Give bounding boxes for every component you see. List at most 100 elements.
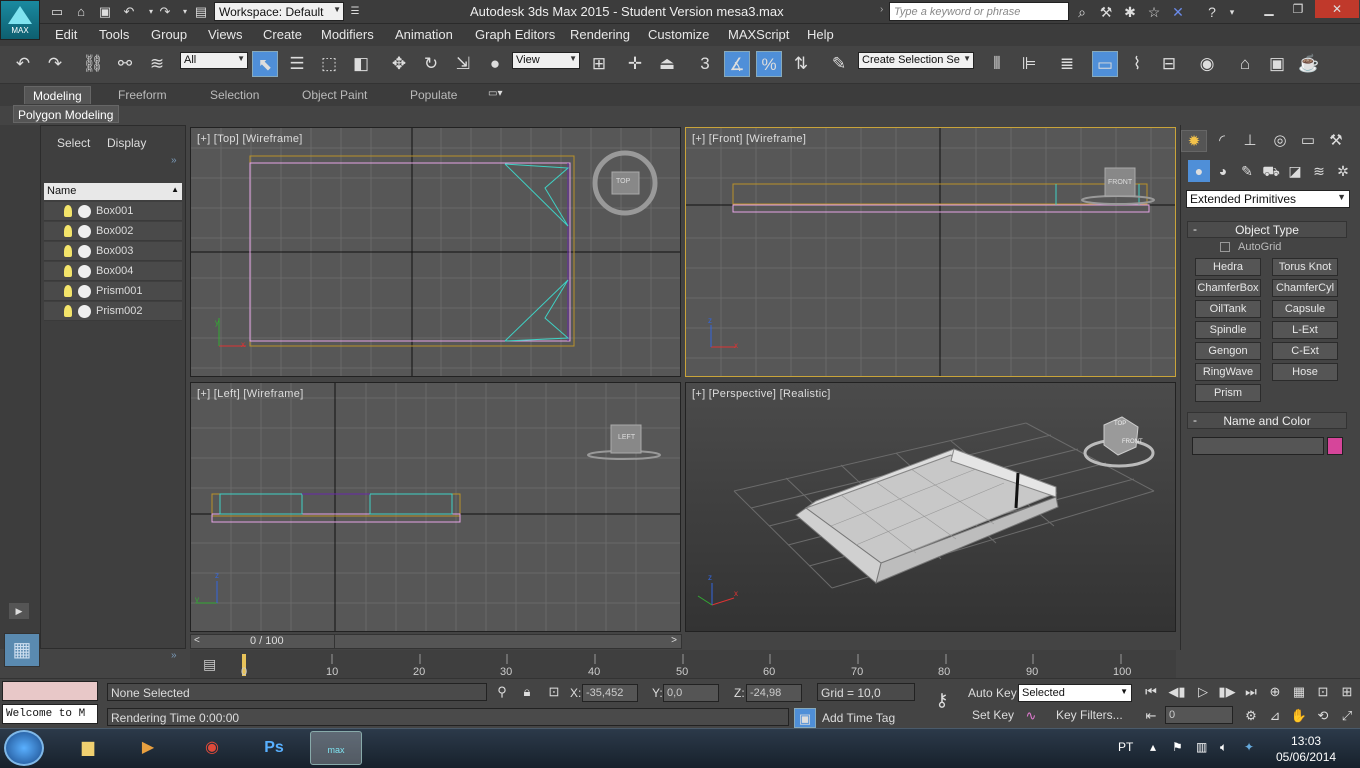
selection-filter-dropdown[interactable]: All ▼ [180,52,248,69]
rendered-frame-window-icon[interactable]: ▣ [1264,51,1290,77]
minimize-button[interactable]: ▁ [1254,0,1284,18]
go-to-start-icon[interactable]: ⏮ [1140,682,1162,702]
time-next-icon[interactable]: > [671,635,677,646]
geometry-icon[interactable]: ● [1188,160,1210,182]
named-selection-dropdown[interactable]: Create Selection Se ▼ [858,52,974,69]
volume-icon[interactable]: 🔈︎ [1220,740,1227,755]
visibility-icon[interactable] [78,285,91,298]
modify-tab-icon[interactable]: ◜ [1209,130,1235,152]
dropbox-icon[interactable]: ✦ [1244,740,1254,754]
redo-icon[interactable]: ↷ [42,51,68,77]
bind-space-warp-icon[interactable]: ≋ [144,51,170,77]
language-indicator[interactable]: PT [1118,740,1133,754]
ribbon-options-icon[interactable]: ▭▾ [488,88,502,99]
ringwave-button[interactable]: RingWave [1195,363,1261,381]
material-editor-icon[interactable]: ◉ [1194,51,1220,77]
open-file-icon[interactable]: ⌂ [72,3,90,21]
lights-icon[interactable]: ✎ [1236,160,1258,182]
light-bulb-icon[interactable] [64,245,72,257]
menu-modifiers[interactable]: Modifiers [321,27,374,42]
key-mode-toggle-icon[interactable]: ⇤ [1140,706,1162,726]
mini-curve-editor-icon[interactable]: ▤ [203,656,216,673]
explorer-tab-select[interactable]: Select [57,136,90,150]
light-bulb-icon[interactable] [64,305,72,317]
select-and-scale-icon[interactable]: ⇲ [450,51,476,77]
play-icon[interactable]: ▷ [1192,682,1214,702]
select-object-icon[interactable]: ⬉ [252,51,278,77]
new-file-icon[interactable]: ▭ [48,3,66,21]
list-item[interactable]: Prism001 [44,282,182,301]
tab-object-paint[interactable]: Object Paint [294,86,375,104]
viewport-layout-icon[interactable]: ▦ [4,633,40,667]
chamfercyl-button[interactable]: ChamferCyl [1272,279,1338,297]
select-and-link-icon[interactable]: ⛓ [80,51,106,77]
action-center-flag-icon[interactable]: ⚑ [1172,740,1183,754]
light-bulb-icon[interactable] [64,205,72,217]
object-name-input[interactable] [1192,437,1324,455]
light-bulb-icon[interactable] [64,285,72,297]
select-and-move-icon[interactable]: ✥ [386,51,412,77]
explorer-tab-display[interactable]: Display [107,136,146,150]
tab-selection[interactable]: Selection [202,86,267,104]
explorer-collapse-icon[interactable]: » [171,650,177,661]
keyboard-shortcut-override-icon[interactable]: ⏏ [654,51,680,77]
current-frame-field[interactable]: 0 [1165,706,1233,724]
capsule-button[interactable]: Capsule [1272,300,1338,318]
menu-group[interactable]: Group [151,27,187,42]
menu-animation[interactable]: Animation [395,27,453,42]
default-tangents-icon[interactable]: ∿ [1020,706,1042,726]
utilities-tab-icon[interactable]: ⚒ [1323,130,1349,152]
name-and-color-rollout[interactable]: - Name and Color [1187,412,1347,429]
go-to-end-icon[interactable]: ⏭ [1240,682,1262,702]
3dsmax-taskbar-icon[interactable]: max [310,731,362,765]
spindle-button[interactable]: Spindle [1195,321,1261,339]
set-key-button[interactable]: Set Key [972,708,1014,722]
viewport-label[interactable]: [+] [Perspective] [Realistic] [692,388,831,400]
edit-named-selection-icon[interactable]: ✎ [826,51,852,77]
photoshop-taskbar-icon[interactable]: Ps [248,731,300,765]
maxscript-listener-input[interactable] [2,681,98,701]
selection-lock-icon[interactable]: 🔒︎ [516,682,538,702]
visibility-icon[interactable] [78,245,91,258]
x-coord-field[interactable]: -35,452 [582,684,638,702]
snaps-toggle-icon[interactable]: 3 [692,51,718,77]
render-setup-icon[interactable]: ⌂ [1232,51,1258,77]
light-bulb-icon[interactable] [64,225,72,237]
time-prev-icon[interactable]: < [194,635,200,646]
time-tag-icon[interactable]: ▣ [794,708,816,728]
y-coord-field[interactable]: 0,0 [663,684,719,702]
visibility-icon[interactable] [78,265,91,278]
network-icon[interactable]: ▥ [1196,740,1207,754]
communication-center-icon[interactable]: ✱ [1119,2,1141,22]
field-of-view-icon[interactable]: ⊿ [1264,706,1286,726]
display-tab-icon[interactable]: ▭ [1295,130,1321,152]
time-configuration-icon[interactable]: ⚙ [1240,706,1262,726]
start-button[interactable] [4,730,44,766]
list-item[interactable]: Box004 [44,262,182,281]
menu-maxscript[interactable]: MAXScript [728,27,789,42]
render-teapot-icon[interactable]: ☕ [1296,51,1322,77]
cameras-icon[interactable]: ⛟ [1260,160,1282,182]
key-mode-dropdown[interactable]: Selected ▼ [1018,684,1132,702]
maxscript-output[interactable]: Welcome to M [2,704,98,724]
visibility-icon[interactable] [78,225,91,238]
create-tab-icon[interactable]: ✹ [1181,130,1207,152]
schematic-view-icon[interactable]: ⊟ [1156,51,1182,77]
visibility-icon[interactable] [78,205,91,218]
viewport-label[interactable]: [+] [Front] [Wireframe] [692,133,806,145]
select-and-rotate-icon[interactable]: ↻ [418,51,444,77]
orbit-icon[interactable]: ⟲ [1312,706,1334,726]
viewport-front[interactable]: [+] [Front] [Wireframe] FRONT z x [685,127,1176,377]
zoom-icon[interactable]: ⊕ [1264,682,1286,702]
key-filters-button[interactable]: Key Filters... [1056,708,1123,722]
exchange-apps-icon[interactable]: ✕ [1167,2,1189,22]
help-icon[interactable]: ? [1201,2,1223,22]
primitive-category-dropdown[interactable]: Extended Primitives ▼ [1186,190,1350,208]
space-warps-icon[interactable]: ≋ [1308,160,1330,182]
expand-arrow-icon[interactable]: ▶ [9,603,29,619]
tab-freeform[interactable]: Freeform [110,86,175,104]
motion-tab-icon[interactable]: ◎ [1267,130,1293,152]
redo-icon[interactable]: ↷ [156,3,174,21]
chamferbox-button[interactable]: ChamferBox [1195,279,1261,297]
previous-frame-icon[interactable]: ◀▮ [1166,682,1188,702]
